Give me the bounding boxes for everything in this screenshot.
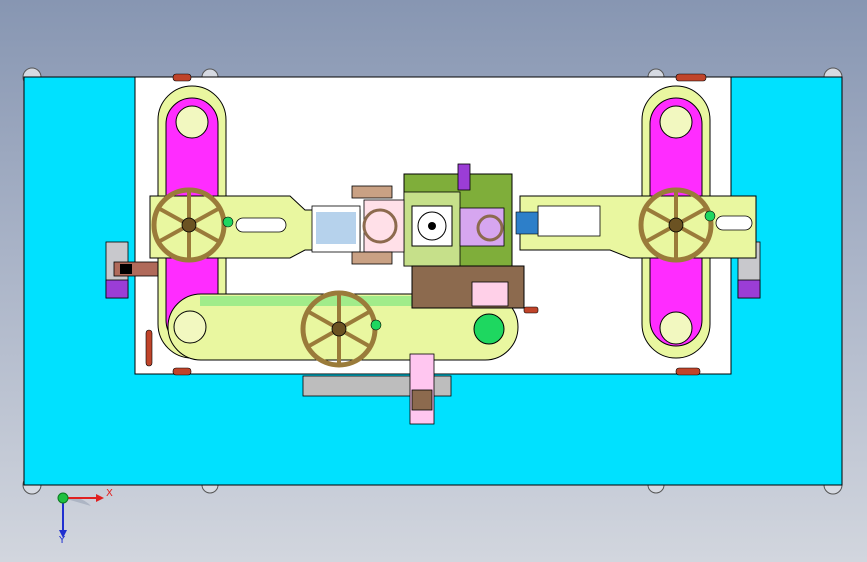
right-horizontal-arm [515,195,757,259]
fixture-assembly-drawing[interactable] [0,0,867,562]
bottom-plunger [409,353,435,425]
coordinate-triad-icon: X Y [57,488,113,544]
y-axis-label: Y [58,535,66,544]
x-axis-label: X [106,488,113,499]
cad-viewport[interactable]: X Y [0,0,867,562]
